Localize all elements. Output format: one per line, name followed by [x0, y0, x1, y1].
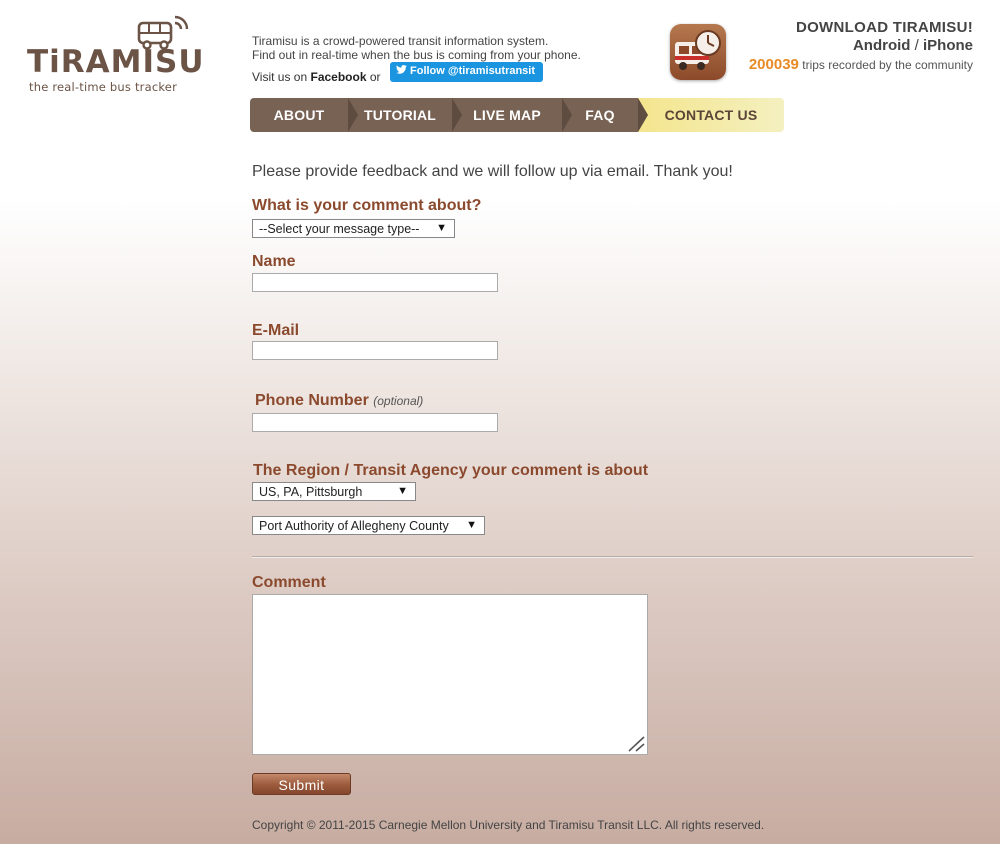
trip-text: trips recorded by the community	[802, 58, 973, 72]
platform-separator: /	[914, 37, 919, 54]
phone-label: Phone Number	[255, 392, 369, 409]
submit-button[interactable]: Submit	[252, 773, 351, 795]
trip-count: 200039	[748, 56, 799, 73]
visit-prefix: Visit us on	[252, 70, 308, 84]
region-value: US, PA, Pittsburgh	[259, 485, 363, 499]
feedback-intro: Please provide feedback and we will foll…	[252, 163, 733, 180]
region-select[interactable]: US, PA, Pittsburgh ▼	[252, 482, 416, 501]
message-type-select[interactable]: --Select your message type-- ▼	[252, 219, 455, 238]
email-label: E-Mail	[252, 322, 300, 339]
phone-optional-note: (optional)	[373, 394, 424, 408]
twitter-follow-label: Follow @tiramisutransit	[410, 65, 536, 77]
name-label: Name	[252, 253, 296, 270]
app-bus-clock-graphic	[675, 30, 721, 70]
tab-faq[interactable]: FAQ	[562, 98, 638, 132]
android-link[interactable]: Android	[853, 37, 911, 54]
comment-about-label: What is your comment about?	[252, 197, 482, 214]
dropdown-arrow-icon: ▼	[397, 485, 408, 497]
facebook-link[interactable]: Facebook	[311, 70, 367, 84]
main-nav: ABOUT TUTORIAL LIVE MAP FAQ CONTACT US	[250, 98, 784, 132]
name-input[interactable]	[252, 273, 498, 292]
dropdown-arrow-icon: ▼	[466, 519, 477, 531]
brand-name: TiRAMISU	[27, 44, 205, 80]
iphone-link[interactable]: iPhone	[923, 37, 973, 54]
dropdown-arrow-icon: ▼	[436, 222, 447, 234]
tiramisu-logo[interactable]: TiRAMISU the real-time bus tracker	[27, 14, 204, 96]
resize-grip-icon[interactable]	[625, 734, 645, 752]
agency-value: Port Authority of Allegheny County	[259, 519, 449, 533]
region-label: The Region / Transit Agency your comment…	[253, 462, 649, 479]
tab-tutorial[interactable]: TUTORIAL	[348, 98, 452, 132]
footer-copyright: Copyright © 2011-2015 Carnegie Mellon Un…	[252, 818, 765, 832]
intro-line-1: Tiramisu is a crowd-powered transit info…	[252, 34, 549, 48]
agency-select[interactable]: Port Authority of Allegheny County ▼	[252, 516, 485, 535]
phone-input[interactable]	[252, 413, 498, 432]
download-title: DOWNLOAD TIRAMISU!	[795, 19, 973, 36]
tab-live-map[interactable]: LIVE MAP	[452, 98, 562, 132]
intro-text: Tiramisu is a crowd-powered transit info…	[252, 34, 581, 62]
social-links: Visit us on Facebook or	[252, 70, 381, 84]
trip-stats: 200039 trips recorded by the community	[749, 56, 973, 73]
or-text: or	[369, 70, 381, 84]
brand-tagline: the real-time bus tracker	[29, 80, 178, 94]
comment-textarea[interactable]	[252, 594, 648, 755]
intro-line-2: Find out in real-time when the bus is co…	[252, 48, 581, 62]
message-type-value: --Select your message type--	[259, 222, 420, 236]
tab-contact-us[interactable]: CONTACT US	[638, 98, 784, 132]
tiramisu-app-icon[interactable]	[670, 24, 726, 80]
tab-about[interactable]: ABOUT	[250, 98, 348, 132]
form-divider	[252, 556, 973, 558]
twitter-bird-icon	[396, 65, 407, 77]
twitter-follow-button[interactable]: Follow @tiramisutransit	[390, 62, 544, 82]
download-block: DOWNLOAD TIRAMISU! Android / iPhone 2000…	[749, 19, 973, 73]
email-input[interactable]	[252, 341, 498, 360]
comment-label: Comment	[252, 574, 326, 591]
phone-label-group: Phone Number (optional)	[255, 392, 423, 410]
platform-links: Android / iPhone	[749, 37, 973, 54]
